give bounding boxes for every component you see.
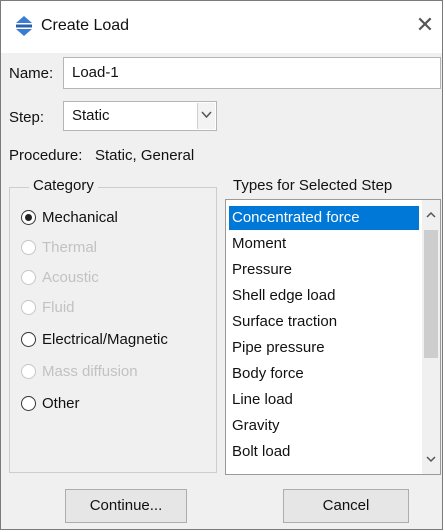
window-title: Create Load xyxy=(41,17,130,34)
step-dropdown-button[interactable] xyxy=(197,103,215,129)
types-legend: Types for Selected Step xyxy=(233,177,393,194)
name-label: Name: xyxy=(9,65,54,82)
radio-button[interactable] xyxy=(21,209,36,225)
load-icon xyxy=(16,16,32,36)
title-bar[interactable]: Create Load ✕ xyxy=(1,1,442,53)
scroll-thumb[interactable] xyxy=(424,230,438,358)
category-legend: Category xyxy=(29,177,98,194)
radio-label: Mass diffusion xyxy=(42,362,138,380)
chevron-up-icon[interactable] xyxy=(426,210,436,220)
types-scrollbar[interactable] xyxy=(422,200,440,474)
cancel-button[interactable]: Cancel xyxy=(283,489,409,523)
list-item[interactable]: Shell edge load xyxy=(229,284,419,308)
radio-button xyxy=(21,299,36,315)
radio-mechanical[interactable]: Mechanical xyxy=(21,205,118,229)
list-item[interactable]: Concentrated force xyxy=(229,206,419,230)
list-item[interactable]: Bolt load xyxy=(229,440,419,464)
list-item[interactable]: Moment xyxy=(229,232,419,256)
continue-button[interactable]: Continue... xyxy=(65,489,187,523)
list-item[interactable]: Pipe pressure xyxy=(229,336,419,360)
radio-button xyxy=(21,269,36,285)
create-load-dialog: Create Load ✕ Name: Load-1 Step: Static … xyxy=(0,0,443,530)
procedure-value: Static, General xyxy=(95,147,195,164)
radio-label: Fluid xyxy=(42,298,75,316)
radio-label: Thermal xyxy=(42,238,98,256)
step-label: Step: xyxy=(9,109,45,126)
name-input[interactable]: Load-1 xyxy=(63,57,441,89)
radio-button[interactable] xyxy=(21,331,36,347)
radio-electrical-magnetic[interactable]: Electrical/Magnetic xyxy=(21,327,168,351)
radio-label: Acoustic xyxy=(42,268,99,286)
step-select[interactable]: Static xyxy=(63,101,217,131)
close-icon[interactable]: ✕ xyxy=(413,11,437,39)
types-listbox[interactable]: Concentrated force Moment Pressure Shell… xyxy=(225,199,441,475)
radio-label: Mechanical xyxy=(42,208,118,226)
list-item[interactable]: Pressure xyxy=(229,258,419,282)
radio-label: Electrical/Magnetic xyxy=(42,330,168,348)
list-item[interactable]: Body force xyxy=(229,362,419,386)
radio-label: Other xyxy=(42,394,80,412)
chevron-down-icon xyxy=(201,111,212,119)
chevron-down-icon[interactable] xyxy=(426,454,436,464)
radio-button[interactable] xyxy=(21,395,36,411)
list-item[interactable]: Surface traction xyxy=(229,310,419,334)
radio-thermal: Thermal xyxy=(21,235,97,259)
radio-mass-diffusion: Mass diffusion xyxy=(21,359,138,383)
radio-fluid: Fluid xyxy=(21,295,75,319)
list-item[interactable]: Line load xyxy=(229,388,419,412)
list-item[interactable]: Gravity xyxy=(229,414,419,438)
radio-button xyxy=(21,363,36,379)
radio-other[interactable]: Other xyxy=(21,391,80,415)
procedure-label: Procedure: xyxy=(9,147,83,164)
step-select-value: Static xyxy=(72,107,110,124)
radio-acoustic: Acoustic xyxy=(21,265,99,289)
radio-button xyxy=(21,239,36,255)
